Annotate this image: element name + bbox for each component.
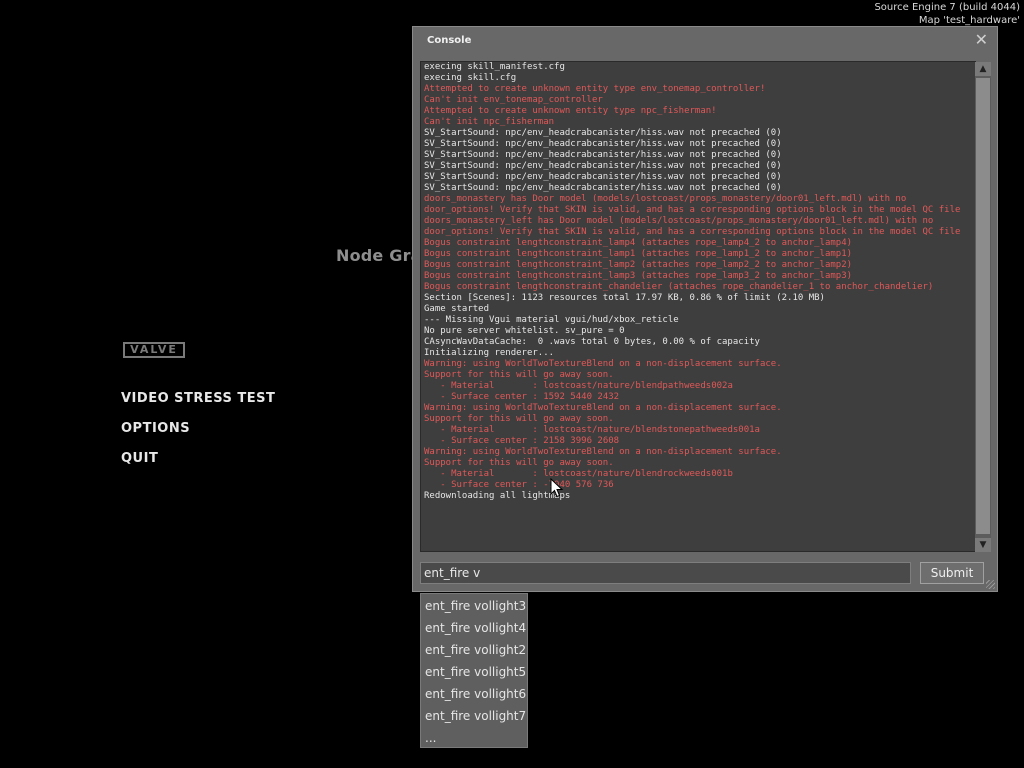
main-menu: VIDEO STRESS TEST OPTIONS QUIT <box>121 391 275 481</box>
valve-logo: VALVE <box>123 342 185 358</box>
autocomplete-item[interactable]: ent_fire vollight5 <box>421 661 527 683</box>
console-log-line: Bogus constraint lengthconstraint_chande… <box>424 282 934 292</box>
console-log-line: doors_monastery has Door model (models/l… <box>424 194 961 215</box>
console-log-line: Bogus constraint lengthconstraint_lamp2 … <box>424 260 853 270</box>
console-log-line: Warning: using WorldTwoTextureBlend on a… <box>424 447 782 457</box>
console-log-line: Section [Scenes]: 1123 resources total 1… <box>424 293 825 303</box>
console-log-line: - Surface center : 2158 3996 2608 <box>424 436 620 446</box>
console-log-line: SV_StartSound: npc/env_headcrabcanister/… <box>424 139 782 149</box>
console-command-input[interactable] <box>420 562 911 584</box>
console-log-line: SV_StartSound: npc/env_headcrabcanister/… <box>424 128 782 138</box>
console-log-line: Support for this will go away soon. <box>424 458 614 468</box>
engine-info: Source Engine 7 (build 4044) Map 'test_h… <box>874 1 1020 27</box>
log-scrollbar[interactable]: ▲ ▼ <box>975 62 991 552</box>
autocomplete-item[interactable]: ent_fire vollight2 <box>421 639 527 661</box>
console-log-line: Initializing renderer... <box>424 348 555 358</box>
console-log-line: SV_StartSound: npc/env_headcrabcanister/… <box>424 172 782 182</box>
console-log-line: - Surface center : -7040 576 736 <box>424 480 614 490</box>
autocomplete-item[interactable]: ent_fire vollight7 <box>421 705 527 727</box>
autocomplete-item[interactable]: ent_fire vollight6 <box>421 683 527 705</box>
console-title: Console <box>427 35 472 46</box>
console-log-line: CAsyncWavDataCache: 0 .wavs total 0 byte… <box>424 337 760 347</box>
console-log-line: - Surface center : 1592 5440 2432 <box>424 392 620 402</box>
console-log-line: Warning: using WorldTwoTextureBlend on a… <box>424 359 782 369</box>
console-log-line: doors_monastery_left has Door model (mod… <box>424 216 961 237</box>
console-log-line: Bogus constraint lengthconstraint_lamp3 … <box>424 271 853 281</box>
autocomplete-dropdown: ent_fire vollight3 ent_fire vollight4 ent_… <box>420 593 528 748</box>
console-log-line: No pure server whitelist. sv_pure = 0 <box>424 326 625 336</box>
menu-item-quit[interactable]: QUIT <box>121 451 275 481</box>
autocomplete-item[interactable]: ent_fire vollight4 <box>421 617 527 639</box>
console-log-line: - Material : lostcoast/nature/blendpathw… <box>424 381 733 391</box>
console-log-line: --- Missing Vgui material vgui/hud/xbox_… <box>424 315 679 325</box>
autocomplete-item[interactable]: ent_fire vollight3 <box>421 595 527 617</box>
autocomplete-item[interactable]: ... <box>421 727 527 749</box>
mouse-cursor-icon <box>550 478 564 498</box>
console-log-line: - Material : lostcoast/nature/blendstone… <box>424 425 760 435</box>
submit-button[interactable]: Submit <box>920 562 984 584</box>
console-log-line: - Material : lostcoast/nature/blendrockw… <box>424 469 733 479</box>
close-icon[interactable]: ✕ <box>975 32 988 48</box>
console-log-line: Can't init env_tonemap_controller <box>424 95 603 105</box>
menu-item-video-stress-test[interactable]: VIDEO STRESS TEST <box>121 391 275 421</box>
console-log: execing skill_manifest.cfg execing skill.… <box>420 61 976 552</box>
scroll-thumb[interactable] <box>976 78 990 534</box>
console-log-line: Can't init npc_fisherman <box>424 117 555 127</box>
console-log-line: Bogus constraint lengthconstraint_lamp1 … <box>424 249 853 259</box>
scroll-down-icon[interactable]: ▼ <box>975 538 991 552</box>
console-log-line: Support for this will go away soon. <box>424 370 614 380</box>
console-log-line: Warning: using WorldTwoTextureBlend on a… <box>424 403 782 413</box>
menu-item-options[interactable]: OPTIONS <box>121 421 275 451</box>
scroll-up-icon[interactable]: ▲ <box>975 62 991 76</box>
console-log-line: SV_StartSound: npc/env_headcrabcanister/… <box>424 150 782 160</box>
console-log-line: execing skill.cfg <box>424 73 517 83</box>
console-log-line: execing skill_manifest.cfg <box>424 62 565 72</box>
console-log-line: SV_StartSound: npc/env_headcrabcanister/… <box>424 161 782 171</box>
console-log-line: Redownloading all lightmaps <box>424 491 571 501</box>
console-log-line: Support for this will go away soon. <box>424 414 614 424</box>
engine-build-label: Source Engine 7 (build 4044) <box>874 2 1020 13</box>
console-log-line: Bogus constraint lengthconstraint_lamp4 … <box>424 238 853 248</box>
console-log-line: SV_StartSound: npc/env_headcrabcanister/… <box>424 183 782 193</box>
console-window: Console ✕ execing skill_manifest.cfg exec… <box>412 26 998 592</box>
console-log-line: Attempted to create unknown entity type … <box>424 106 717 116</box>
console-log-line: Attempted to create unknown entity type … <box>424 84 766 94</box>
resize-grip-icon[interactable] <box>986 580 995 589</box>
console-log-line: Game started <box>424 304 490 314</box>
